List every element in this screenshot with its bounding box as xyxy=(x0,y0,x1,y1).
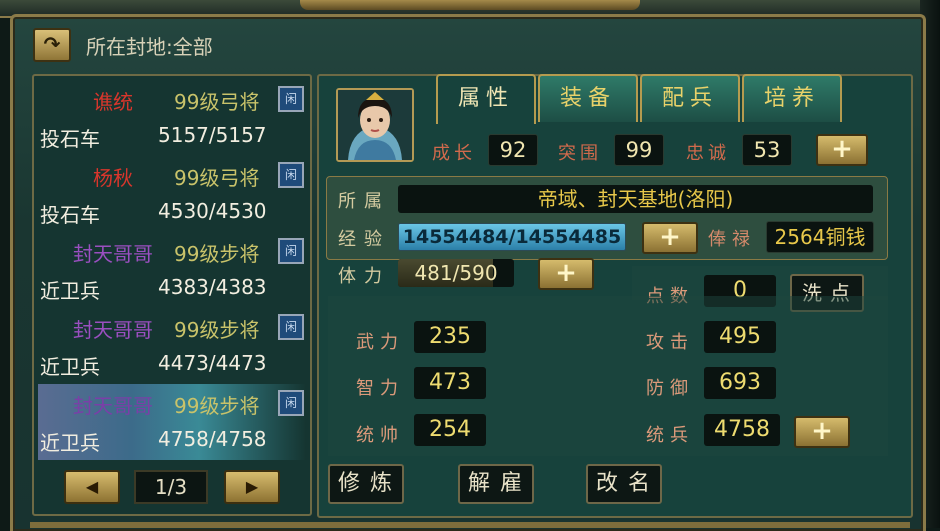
general-list: 谯统 99级弓将 闲 投石车 5157/5157 杨秋 99级弓将 闲 投石车 … xyxy=(38,80,306,460)
tab-label: 配兵 xyxy=(661,86,718,111)
portrait-avatar xyxy=(338,90,412,160)
general-list-item[interactable]: 封天哥哥 99级步将 闲 近卫兵 4383/4383 xyxy=(38,232,306,308)
exp-bar: 14554484/14554485 xyxy=(398,223,626,251)
growth-value: 92 xyxy=(488,134,538,166)
back-arrow-icon: ↷ xyxy=(43,32,61,56)
leadership-value: 254 xyxy=(414,414,486,446)
plus-icon: + xyxy=(831,134,853,164)
salary-value: 2564铜钱 xyxy=(766,221,874,253)
idle-badge[interactable]: 闲 xyxy=(278,162,304,188)
breakout-value: 99 xyxy=(614,134,664,166)
defense-value: 693 xyxy=(704,367,776,399)
troop-count: 4530/4530 xyxy=(158,199,267,223)
intellect-label: 智力 xyxy=(356,378,404,399)
defense-label: 防御 xyxy=(646,378,694,399)
general-portrait xyxy=(336,88,414,162)
triangle-right-icon: ▶ xyxy=(245,477,259,496)
general-rank: 99级步将 xyxy=(174,318,260,342)
general-rank: 99级弓将 xyxy=(174,90,260,114)
stamina-value: 481/590 xyxy=(414,261,498,285)
loyalty-plus-button[interactable]: + xyxy=(816,134,868,166)
triangle-left-icon: ◀ xyxy=(85,477,99,496)
bottom-edge xyxy=(30,522,910,528)
plus-icon: + xyxy=(555,258,577,288)
belong-label: 所属 xyxy=(338,191,390,212)
next-page-button[interactable]: ▶ xyxy=(224,470,280,504)
general-rank: 99级弓将 xyxy=(174,166,260,190)
exp-plus-button[interactable]: + xyxy=(642,222,698,254)
tab-equipment[interactable]: 装备 xyxy=(538,74,638,122)
idle-badge[interactable]: 闲 xyxy=(278,86,304,112)
general-rank: 99级步将 xyxy=(174,394,260,418)
troop-count: 5157/5157 xyxy=(158,123,267,147)
tab-troops[interactable]: 配兵 xyxy=(640,74,740,122)
exp-label: 经验 xyxy=(338,229,390,250)
force-value: 235 xyxy=(414,321,486,353)
top-decoration xyxy=(300,0,640,10)
train-button[interactable]: 修炼 xyxy=(328,464,404,504)
general-name: 杨秋 xyxy=(93,166,133,190)
unit-type: 近卫兵 xyxy=(40,279,100,303)
page-indicator: 1/3 xyxy=(134,470,208,504)
dismiss-button[interactable]: 解雇 xyxy=(458,464,534,504)
salary-label: 俸禄 xyxy=(708,229,756,250)
leadership-label: 统帅 xyxy=(356,425,404,446)
intellect-value: 473 xyxy=(414,367,486,399)
command-label: 统兵 xyxy=(646,425,694,446)
belong-value: 帝域、封天基地(洛阳) xyxy=(398,185,873,213)
idle-badge[interactable]: 闲 xyxy=(278,314,304,340)
general-list-panel: 谯统 99级弓将 闲 投石车 5157/5157 杨秋 99级弓将 闲 投石车 … xyxy=(32,74,312,516)
command-plus-button[interactable]: + xyxy=(794,416,850,448)
fief-filter-label: 所在封地:全部 xyxy=(86,35,213,59)
plus-icon: + xyxy=(659,222,681,252)
general-name: 封天哥哥 xyxy=(73,242,153,266)
general-list-item[interactable]: 封天哥哥 99级步将 闲 近卫兵 4473/4473 xyxy=(38,308,306,384)
growth-label: 成长 xyxy=(432,143,476,164)
back-button[interactable]: ↷ xyxy=(33,28,71,62)
general-list-item[interactable]: 杨秋 99级弓将 闲 投石车 4530/4530 xyxy=(38,156,306,232)
troop-count: 4383/4383 xyxy=(158,275,267,299)
loyalty-label: 忠诚 xyxy=(686,143,730,164)
command-value: 4758 xyxy=(704,414,780,446)
unit-type: 近卫兵 xyxy=(40,355,100,379)
rename-button[interactable]: 改名 xyxy=(586,464,662,504)
plus-icon: + xyxy=(811,416,833,446)
breakout-label: 突围 xyxy=(558,143,602,164)
stamina-plus-button[interactable]: + xyxy=(538,258,594,290)
tab-label: 属性 xyxy=(457,86,514,111)
prev-page-button[interactable]: ◀ xyxy=(64,470,120,504)
unit-type: 投石车 xyxy=(40,127,100,151)
general-list-item[interactable]: 谯统 99级弓将 闲 投石车 5157/5157 xyxy=(38,80,306,156)
unit-type: 近卫兵 xyxy=(40,431,100,455)
idle-badge[interactable]: 闲 xyxy=(278,238,304,264)
force-label: 武力 xyxy=(356,332,404,353)
troop-count: 4473/4473 xyxy=(158,351,267,375)
attack-value: 495 xyxy=(704,321,776,353)
troop-count: 4758/4758 xyxy=(158,427,267,451)
exp-value: 14554484/14554485 xyxy=(402,226,622,248)
tab-label: 装备 xyxy=(559,86,616,111)
tab-label: 培养 xyxy=(763,86,820,111)
tab-cultivate[interactable]: 培养 xyxy=(742,74,842,122)
stamina-label: 体力 xyxy=(338,266,390,287)
general-rank: 99级步将 xyxy=(174,242,260,266)
general-name: 谯统 xyxy=(93,90,133,114)
idle-badge[interactable]: 闲 xyxy=(278,390,304,416)
general-name: 封天哥哥 xyxy=(73,318,153,342)
unit-type: 投石车 xyxy=(40,203,100,227)
general-list-item[interactable]: 封天哥哥 99级步将 闲 近卫兵 4758/4758 xyxy=(38,384,306,460)
stamina-bar: 481/590 xyxy=(398,259,514,287)
loyalty-value: 53 xyxy=(742,134,792,166)
attack-label: 攻击 xyxy=(646,332,694,353)
tab-attributes[interactable]: 属性 xyxy=(436,74,536,124)
general-name: 封天哥哥 xyxy=(73,394,153,418)
